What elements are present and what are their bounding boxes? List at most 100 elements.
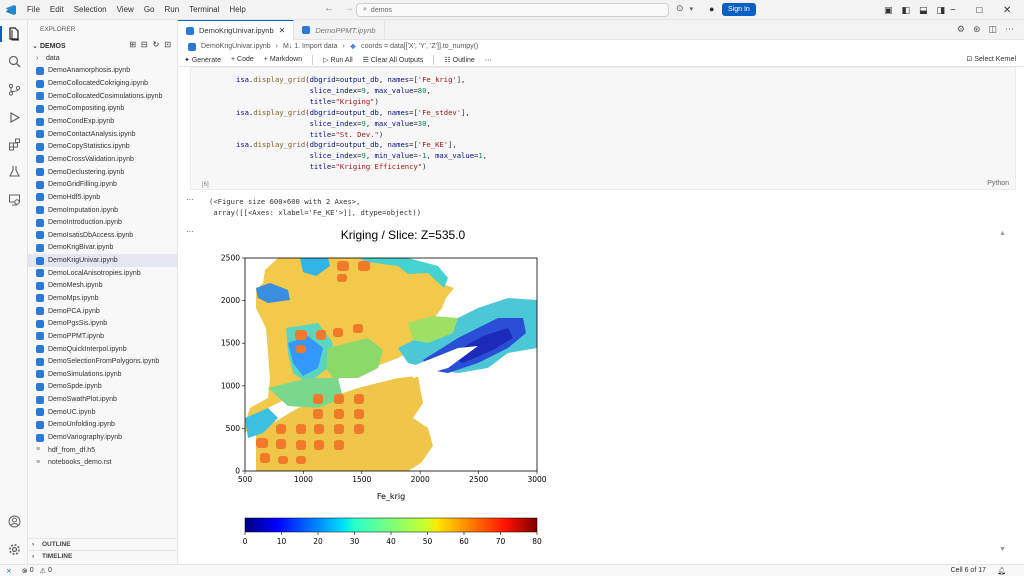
menu-item-help[interactable]: Help <box>224 0 250 20</box>
source-control-icon[interactable] <box>6 81 22 97</box>
tree-notebook-item[interactable]: DemoKrigUnivar.ipynb <box>28 254 177 267</box>
output-more-icon[interactable]: ⋯ <box>186 227 194 236</box>
tree-notebook-item[interactable]: DemoImputation.ipynb <box>28 204 177 217</box>
menu-item-go[interactable]: Go <box>139 0 160 20</box>
tree-notebook-item[interactable]: DemoCondExp.ipynb <box>28 115 177 128</box>
tree-notebook-item[interactable]: DemoVariography.ipynb <box>28 431 177 444</box>
tree-notebook-item[interactable]: DemoIntroduction.ipynb <box>28 216 177 229</box>
refresh-icon[interactable]: ↻ <box>153 40 160 49</box>
outline-section[interactable]: › OUTLINE <box>28 538 177 550</box>
remote-icon[interactable]: ⨯ <box>0 567 18 575</box>
tree-file-item[interactable]: ≡ hdf_from_df.h5 <box>28 444 177 457</box>
maximize-icon[interactable]: ☐ <box>976 6 983 15</box>
code-cell[interactable]: isa.display_grid(dbgrid=output_db, names… <box>190 67 1016 190</box>
tree-notebook-item[interactable]: DemoPgsSis.ipynb <box>28 317 177 330</box>
scroll-up-icon[interactable]: ▲ <box>999 230 1006 237</box>
copilot-icon[interactable]: ⊙ <box>676 3 684 14</box>
back-arrow-icon[interactable]: ← <box>324 3 334 14</box>
tree-file-item[interactable]: ≡ notebooks_demo.rst <box>28 457 177 470</box>
split-editor-icon[interactable]: ◫ <box>988 24 997 35</box>
tree-notebook-item[interactable]: DemoHdf5.ipynb <box>28 191 177 204</box>
tree-notebook-item[interactable]: DemoCollocatedCokriging.ipynb <box>28 77 177 90</box>
more-icon[interactable]: ⋯ <box>485 56 492 64</box>
gear-icon[interactable]: ⚙ <box>957 24 965 35</box>
sign-in-button[interactable]: Sign In <box>722 3 756 16</box>
tree-notebook-item[interactable]: DemoCrossValidation.ipynb <box>28 153 177 166</box>
extensions-icon[interactable] <box>6 136 22 152</box>
remote-explorer-icon[interactable] <box>6 191 22 207</box>
add-markdown-button[interactable]: + Markdown <box>264 56 302 63</box>
more-icon[interactable]: ⋯ <box>1005 24 1014 35</box>
tree-notebook-item[interactable]: DemoGridFilling.ipynb <box>28 178 177 191</box>
notifications-icon[interactable]: 🔔︎ <box>997 567 1006 575</box>
toggle-sidebar-icon[interactable]: ◧ <box>902 5 911 16</box>
breadcrumb-file[interactable]: DemoKrigUnivar.ipynb <box>201 43 271 50</box>
new-folder-icon[interactable]: ⊟ <box>141 40 148 49</box>
menu-item-run[interactable]: Run <box>159 0 184 20</box>
select-kernel-button[interactable]: ⊡ Select Kernel <box>967 55 1016 63</box>
tree-notebook-item[interactable]: DemoLocalAnisotropies.ipynb <box>28 267 177 280</box>
toggle-panel-icon[interactable]: ⬓ <box>919 5 928 16</box>
close-icon[interactable]: ✕ <box>1003 5 1011 16</box>
clear-outputs-button[interactable]: ☰ Clear All Outputs <box>363 56 424 64</box>
tree-notebook-item[interactable]: DemoMesh.ipynb <box>28 280 177 293</box>
tab-demoppmt[interactable]: DemoPPMT.ipynb <box>294 20 385 40</box>
tree-notebook-item[interactable]: DemoContactAnalysis.ipynb <box>28 128 177 141</box>
tree-notebook-item[interactable]: DemoUnfolding.ipynb <box>28 419 177 432</box>
outline-button[interactable]: ☷ Outline <box>444 56 474 64</box>
tree-notebook-item[interactable]: DemoSpde.ipynb <box>28 381 177 394</box>
cell-language[interactable]: Python <box>987 180 1009 187</box>
tree-notebook-item[interactable]: DemoAnamorphosis.ipynb <box>28 65 177 78</box>
tree-notebook-item[interactable]: DemoSelectionFromPolygons.ipynb <box>28 355 177 368</box>
new-file-icon[interactable]: ⊞ <box>129 40 136 49</box>
tree-notebook-item[interactable]: DemoMps.ipynb <box>28 292 177 305</box>
tree-notebook-item[interactable]: DemoPCA.ipynb <box>28 305 177 318</box>
menu-item-selection[interactable]: Selection <box>69 0 112 20</box>
code-editor[interactable]: isa.display_grid(dbgrid=output_db, names… <box>236 75 487 173</box>
breadcrumb-cell[interactable]: coords = data[['X', 'Y', 'Z']].to_numpy(… <box>361 43 478 50</box>
run-debug-icon[interactable] <box>6 109 22 125</box>
testing-icon[interactable] <box>6 163 22 179</box>
command-center-search[interactable]: ⌕ demos <box>356 3 669 17</box>
account-icon[interactable]: ● <box>709 4 714 14</box>
toggle-secondary-sidebar-icon[interactable]: ◨ <box>937 5 946 16</box>
gear-icon[interactable] <box>6 541 22 557</box>
menu-item-view[interactable]: View <box>112 0 139 20</box>
tree-notebook-item[interactable]: DemoUC.ipynb <box>28 406 177 419</box>
copilot-icon[interactable]: ⊛ <box>973 24 981 35</box>
tree-notebook-item[interactable]: DemoCompositing.ipynb <box>28 103 177 116</box>
warnings-icon[interactable]: ⚠ <box>40 567 46 575</box>
tree-notebook-item[interactable]: DemoIsatisDbAccess.ipynb <box>28 229 177 242</box>
tree-notebook-item[interactable]: DemoSwathPlot.ipynb <box>28 393 177 406</box>
minimize-icon[interactable]: − <box>950 5 956 16</box>
tree-notebook-item[interactable]: DemoCopyStatistics.ipynb <box>28 140 177 153</box>
generate-button[interactable]: ✦ Generate <box>184 56 221 64</box>
close-icon[interactable]: ✕ <box>279 26 286 35</box>
search-icon[interactable] <box>6 53 22 69</box>
tab-demokrigunivar[interactable]: DemoKrigUnivar.ipynb ✕ <box>178 20 295 40</box>
menu-item-terminal[interactable]: Terminal <box>184 0 224 20</box>
tree-notebook-item[interactable]: DemoKrigBivar.ipynb <box>28 242 177 255</box>
errors-icon[interactable]: ⊗ <box>22 567 28 575</box>
breadcrumb-section[interactable]: M↓ 1. Import data <box>283 43 337 50</box>
chevron-down-icon[interactable]: ▾ <box>690 5 694 13</box>
run-all-button[interactable]: ▷ Run All <box>323 56 353 64</box>
timeline-section[interactable]: › TIMELINE <box>28 550 177 562</box>
explorer-icon[interactable] <box>6 26 22 42</box>
tree-notebook-item[interactable]: DemoDeclustering.ipynb <box>28 166 177 179</box>
menu-item-edit[interactable]: Edit <box>45 0 69 20</box>
tree-folder[interactable]: › data <box>28 52 177 65</box>
accounts-icon[interactable] <box>6 513 22 529</box>
output-more-icon[interactable]: ⋯ <box>186 195 194 204</box>
tree-notebook-item[interactable]: DemoSimulations.ipynb <box>28 368 177 381</box>
tree-notebook-item[interactable]: DemoCollocatedCosimulations.ipynb <box>28 90 177 103</box>
tree-notebook-item[interactable]: DemoQuickInterpol.ipynb <box>28 343 177 356</box>
collapse-all-icon[interactable]: ⊡ <box>164 40 171 49</box>
layout-icon[interactable]: ▣ <box>884 5 893 16</box>
cell-position[interactable]: Cell 6 of 17 <box>951 567 986 574</box>
add-code-button[interactable]: + Code <box>231 56 254 63</box>
explorer-root-folder[interactable]: ⌄ DEMOS ⊞ ⊟ ↻ ⊡ <box>28 40 177 52</box>
scroll-down-icon[interactable]: ▼ <box>999 546 1006 553</box>
tree-notebook-item[interactable]: DemoPPMT.ipynb <box>28 330 177 343</box>
menu-item-file[interactable]: File <box>22 0 45 20</box>
